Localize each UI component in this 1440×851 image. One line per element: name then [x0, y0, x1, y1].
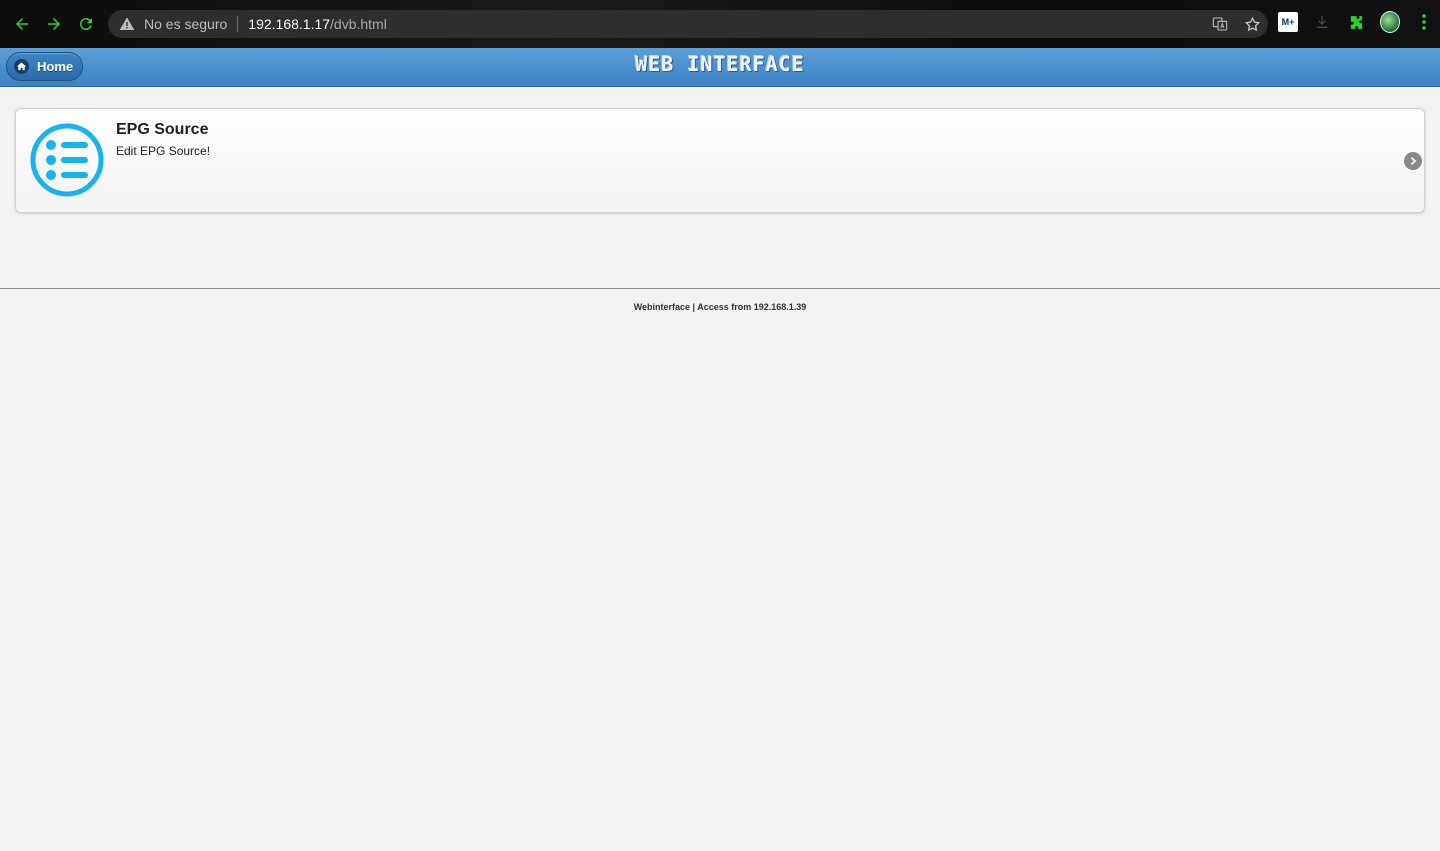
star-icon[interactable] [1242, 14, 1262, 34]
extensions-area: M+ [1278, 11, 1434, 33]
back-button[interactable] [6, 8, 38, 40]
reload-icon [79, 18, 92, 31]
translate-icon[interactable] [1210, 14, 1230, 34]
url-path: /dvb.html [330, 16, 387, 32]
url-host: 192.168.1.17 [248, 16, 331, 32]
arrow-left-icon [16, 18, 28, 30]
profile-avatar[interactable] [1380, 11, 1400, 33]
app-header: WEB INTERFACE Home [0, 48, 1440, 87]
warning-icon [118, 15, 136, 33]
home-button-label: Home [37, 59, 74, 74]
arrow-right-icon [48, 18, 60, 30]
address-bar[interactable]: No es seguro 192.168.1.17 /dvb.html [108, 10, 1268, 38]
reload-button[interactable] [70, 8, 102, 40]
download-icon[interactable] [1312, 12, 1332, 32]
list-item-epg-source[interactable]: EPG Source Edit EPG Source! [15, 108, 1425, 213]
browser-toolbar: No es seguro 192.168.1.17 /dvb.html M+ [0, 0, 1440, 48]
footer-divider [0, 288, 1440, 289]
item-description: Edit EPG Source! [116, 144, 211, 158]
home-button[interactable]: Home [6, 52, 83, 81]
security-label[interactable]: No es seguro [144, 16, 227, 32]
movistar-extension-icon[interactable]: M+ [1278, 12, 1298, 32]
chevron-right-icon[interactable] [1404, 152, 1422, 170]
footer-text: Webinterface | Access from 192.168.1.39 [633, 302, 807, 312]
puzzle-extension-icon[interactable] [1346, 12, 1366, 32]
list-icon [30, 123, 104, 197]
web-interface-logo: WEB INTERFACE [635, 52, 805, 76]
avatar-image [1380, 11, 1400, 33]
menu-kebab-icon[interactable] [1414, 12, 1434, 32]
address-bar-actions [1210, 14, 1262, 34]
home-icon [14, 59, 29, 74]
forward-button[interactable] [38, 8, 70, 40]
address-divider [237, 16, 239, 32]
item-title: EPG Source [116, 121, 209, 138]
